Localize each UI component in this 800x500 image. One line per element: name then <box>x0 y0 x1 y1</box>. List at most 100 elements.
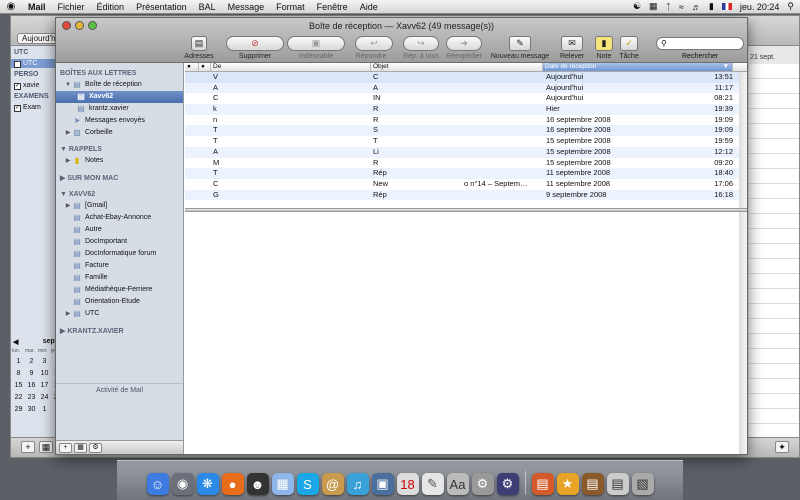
message-row[interactable]: G Rép 9 septembre 2008 16:18 <box>185 189 747 201</box>
ical-dock-icon[interactable]: 18 <box>396 473 419 495</box>
dictionary-icon[interactable]: Aa <box>446 473 469 495</box>
skype-icon[interactable]: S <box>296 473 319 495</box>
disclosure-down-icon[interactable]: ▼ <box>60 146 69 153</box>
disclosure-right-icon[interactable]: ▶ <box>64 201 72 211</box>
mini-day[interactable]: 10 <box>38 370 51 377</box>
ical-day-grid[interactable] <box>749 64 799 437</box>
sidebar-folder[interactable]: ▶ ▤ UTC <box>56 308 183 320</box>
menu-mail[interactable]: Mail <box>22 2 52 12</box>
nouveau-message-button[interactable]: ✎ Nouveau message <box>489 36 551 60</box>
repondre-button[interactable]: ↩ Répondre <box>343 36 399 60</box>
message-preview-pane[interactable] <box>185 212 747 454</box>
mini-prev-icon[interactable]: ◀ <box>13 338 18 346</box>
message-row[interactable]: k R Hier 19:39 <box>185 104 747 115</box>
message-row[interactable]: V C Aujourd'hui 13:51 <box>185 72 747 83</box>
stack-icon[interactable]: ▤ <box>531 473 554 495</box>
col-from[interactable]: De <box>211 63 371 71</box>
mail-activity-label[interactable]: Activité de Mail <box>56 383 183 394</box>
mini-day[interactable]: 1 <box>38 406 51 413</box>
ical-pin-icon[interactable]: ✦ <box>775 441 789 453</box>
wifi-icon[interactable]: ≈ <box>679 2 684 12</box>
sidebar-header-boites[interactable]: BOÎTES AUX LETTRES <box>56 68 183 79</box>
mini-day[interactable]: 9 <box>25 370 38 377</box>
disclosure-right-icon[interactable]: ▶ <box>64 156 72 166</box>
sidebar-item-inbox[interactable]: ▼ ▤ Boîte de réception <box>56 79 183 91</box>
firefox-icon[interactable]: ● <box>221 473 244 495</box>
spaces-icon[interactable]: ▦ <box>649 1 658 12</box>
col-subject[interactable]: Objet <box>371 63 543 71</box>
checkbox-icon[interactable]: ✓ <box>14 105 21 112</box>
sidebar-item-inbox-xavv62[interactable]: ▤ Xavv62 <box>56 91 183 103</box>
col-flag[interactable]: ● <box>199 63 211 71</box>
sidebar-folder[interactable]: ▤ Autre <box>56 224 183 236</box>
show-activity-icon[interactable]: ▦ <box>74 442 87 453</box>
sidebar-item-inbox-krantz[interactable]: ▤ krantz.xavier <box>56 103 183 115</box>
sidebar-folder[interactable]: ▤ Famille <box>56 272 183 284</box>
trash-dock-icon[interactable]: ▧ <box>631 473 654 495</box>
message-list-scrollbar[interactable] <box>739 72 747 208</box>
mini-day[interactable]: 15 <box>12 382 25 389</box>
tache-button[interactable]: ✓ Tâche <box>617 36 641 60</box>
mini-day[interactable]: 17 <box>38 382 51 389</box>
sidebar-folder[interactable]: ▤ DocInformatique forum <box>56 248 183 260</box>
xcode-icon[interactable]: ⚙ <box>496 473 519 495</box>
mini-day[interactable]: 29 <box>12 406 25 413</box>
message-row[interactable]: C IN Aujourd'hui 08:21 <box>185 93 747 104</box>
mini-day[interactable]: 22 <box>12 394 25 401</box>
sidebar-folder[interactable]: ▤ Facture <box>56 260 183 272</box>
bluetooth-icon[interactable]: ᛏ <box>666 2 671 12</box>
downloads-stack-icon[interactable]: ★ <box>556 473 579 495</box>
textedit-icon[interactable]: ✎ <box>421 473 444 495</box>
spotlight-icon[interactable]: ⚲ <box>787 1 794 12</box>
mini-day[interactable]: 3 <box>38 358 51 365</box>
adresses-button[interactable]: ▤ Adresses <box>182 36 216 60</box>
menu-message[interactable]: Message <box>222 2 271 12</box>
apple-menu-icon[interactable]: ◉ <box>0 1 22 12</box>
volume-icon[interactable]: ♬ <box>692 2 701 12</box>
mini-day[interactable]: 8 <box>12 370 25 377</box>
checkbox-icon[interactable]: ✓ <box>14 61 21 68</box>
search-input[interactable]: ⚲ <box>656 37 744 50</box>
sidebar-folder[interactable]: ▤ Médiathèque-Ferriere <box>56 284 183 296</box>
documents-stack-icon[interactable]: ▤ <box>581 473 604 495</box>
pdf-document-icon[interactable]: ▤ <box>606 473 629 495</box>
relever-button[interactable]: ✉ Relever <box>557 36 587 60</box>
message-row[interactable]: T S 16 septembre 2008 19:09 <box>185 125 747 137</box>
adium-icon[interactable]: ☻ <box>246 473 269 495</box>
col-unread[interactable]: ● <box>185 63 199 71</box>
reexpedier-button[interactable]: ➜ Réexpédier <box>442 36 486 60</box>
message-row[interactable]: T T 15 septembre 2008 19:59 <box>185 136 747 147</box>
disclosure-down-icon[interactable]: ▼ <box>60 191 69 198</box>
sidebar-folder[interactable]: ▤ Achat-Ebay-Annonce <box>56 212 183 224</box>
menubar-clock[interactable]: jeu. 20:24 <box>740 2 780 12</box>
disclosure-down-icon[interactable]: ▼ <box>64 80 72 90</box>
mini-day[interactable]: 2 <box>25 358 38 365</box>
checkbox-icon[interactable]: ✓ <box>14 83 21 90</box>
indesirable-button[interactable]: ▣ Indésirable <box>286 36 346 60</box>
sidebar-item-sent[interactable]: ➤ Messages envoyés <box>56 115 183 127</box>
sync-icon[interactable]: ☯ <box>633 1 641 12</box>
mini-day[interactable]: 16 <box>25 382 38 389</box>
finder-icon[interactable]: ☺ <box>146 473 169 495</box>
menu-edition[interactable]: Édition <box>91 2 131 12</box>
menu-aide[interactable]: Aide <box>354 2 384 12</box>
supprimer-button[interactable]: ⊘ Supprimer <box>224 36 286 60</box>
sidebar-header-xavv62[interactable]: ▼ XAVV62 <box>56 189 183 200</box>
system-icon[interactable]: ▦ <box>271 473 294 495</box>
address-book-dock-icon[interactable]: @ <box>321 473 344 495</box>
repondre-tous-button[interactable]: ↪ Rép. à tous <box>397 36 445 60</box>
disclosure-right-icon[interactable]: ▶ <box>64 128 72 138</box>
disclosure-right-icon[interactable]: ▶ <box>64 309 72 319</box>
menu-bal[interactable]: BAL <box>193 2 222 12</box>
mini-day[interactable]: 1 <box>12 358 25 365</box>
sidebar-header-krantz[interactable]: ▶ KRANTZ.XAVIER <box>56 325 183 337</box>
message-row[interactable]: A Li 15 septembre 2008 12:12 <box>185 146 747 158</box>
menu-presentation[interactable]: Présentation <box>130 2 193 12</box>
menu-fichier[interactable]: Fichier <box>52 2 91 12</box>
ical-mini-toggle-icon[interactable]: ▦ <box>39 441 53 453</box>
mini-day[interactable]: 24 <box>38 394 51 401</box>
preview-scrollbar[interactable] <box>739 212 747 454</box>
sidebar-header-rappels[interactable]: ▼ RAPPELS <box>56 144 183 155</box>
safari-icon[interactable]: ❋ <box>196 473 219 495</box>
input-language-flag-icon[interactable] <box>721 3 732 10</box>
